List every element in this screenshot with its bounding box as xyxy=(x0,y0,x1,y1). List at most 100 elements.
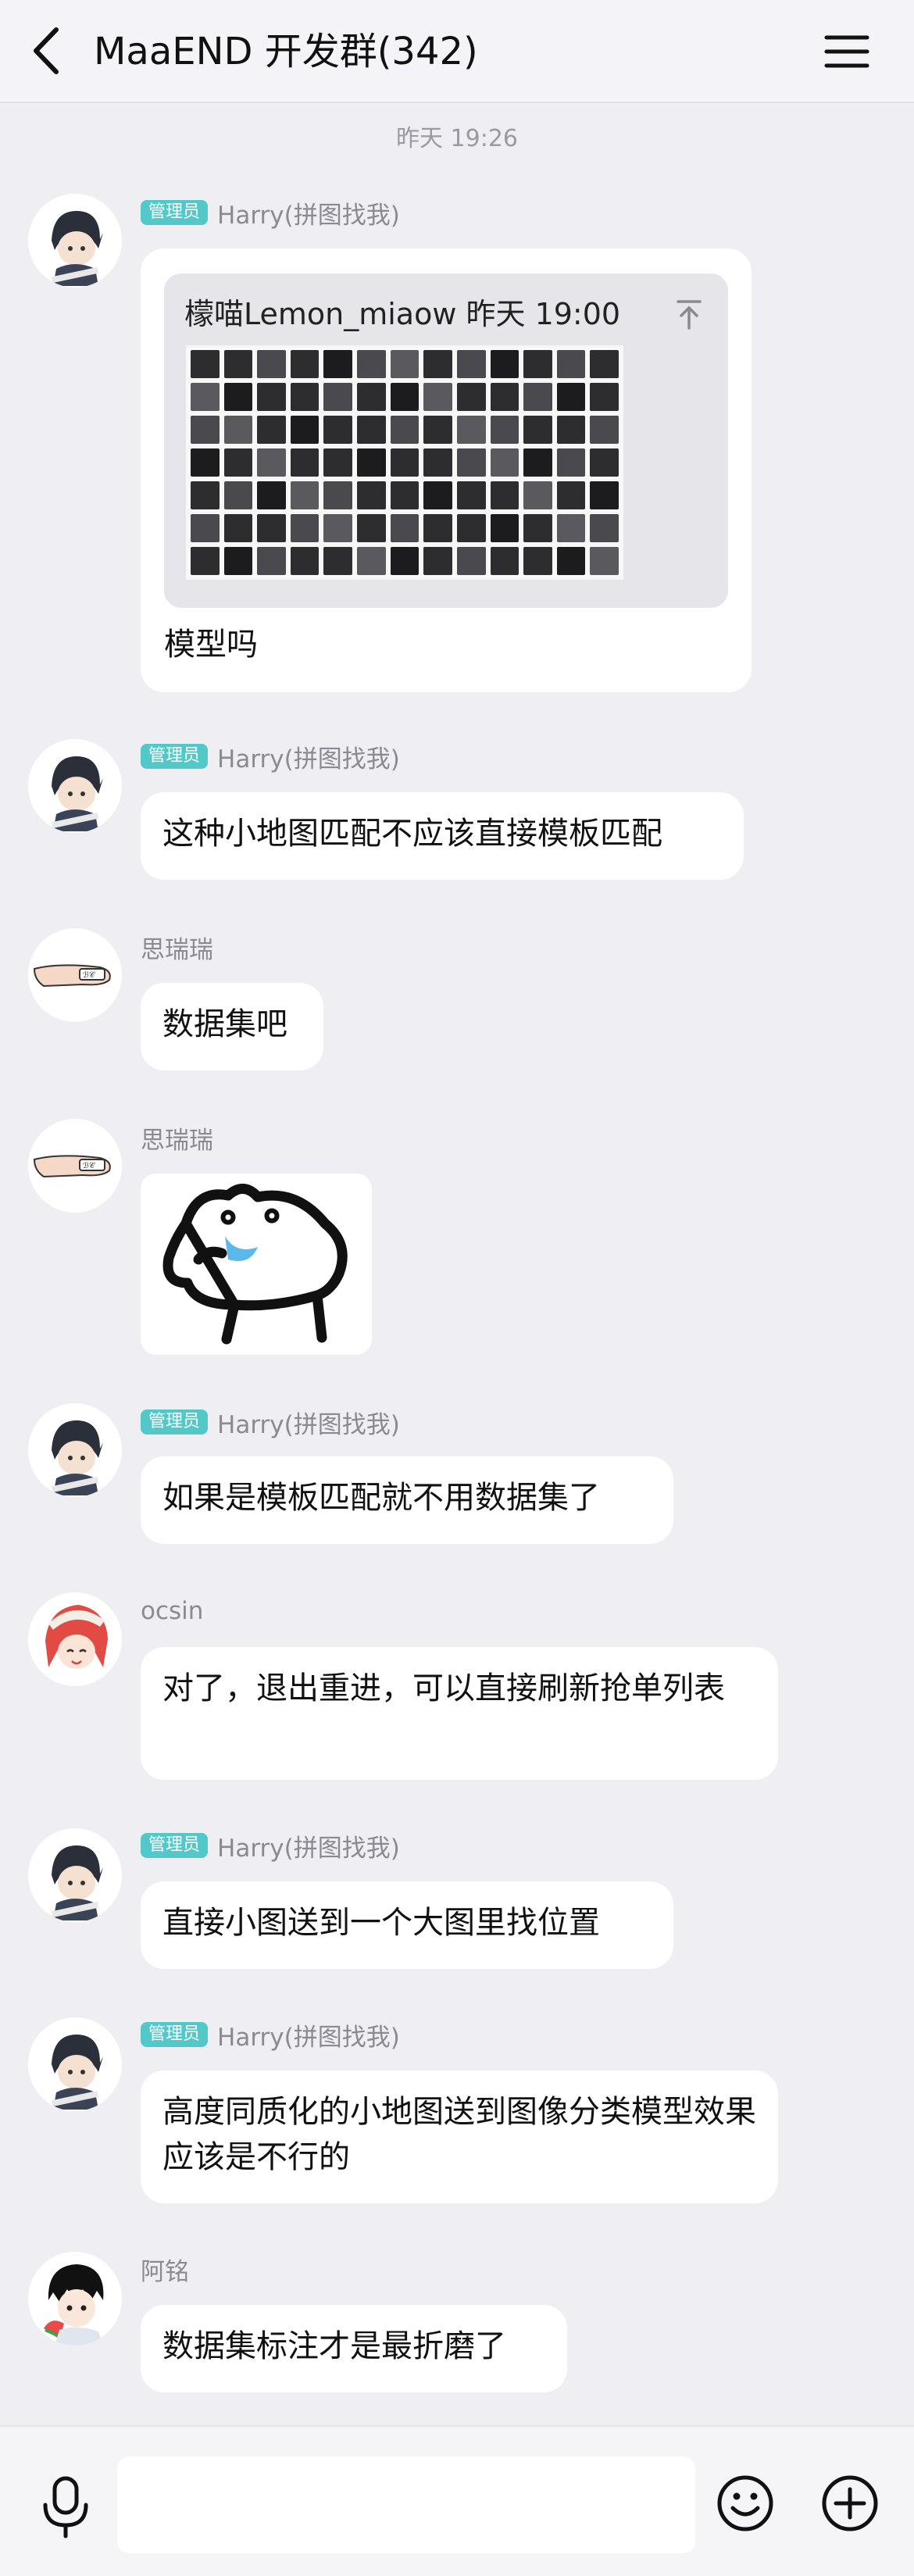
message-bubble[interactable]: 直接小图送到一个大图里找位置 xyxy=(141,1881,673,1969)
admin-badge: 管理员 xyxy=(141,200,209,225)
thumbnail-tile xyxy=(390,547,420,575)
admin-badge: 管理员 xyxy=(141,1409,209,1434)
thumbnail-tile xyxy=(590,350,619,378)
jump-to-original-icon[interactable] xyxy=(673,297,705,331)
back-icon[interactable] xyxy=(23,23,70,78)
thumbnail-tile xyxy=(456,350,486,378)
screenshot-thumbnail-grid[interactable] xyxy=(186,345,623,580)
thumbnail-tile xyxy=(290,547,320,575)
thumbnail-tile xyxy=(323,448,353,477)
sender-name[interactable]: Harry(拼图找我) xyxy=(217,195,400,230)
svg-text:ℬ𝒞: ℬ𝒞 xyxy=(83,1162,96,1170)
thumbnail-tile xyxy=(257,448,286,477)
sender-name[interactable]: ocsin xyxy=(141,1597,203,1625)
sender-name[interactable]: Harry(拼图找我) xyxy=(217,1405,400,1440)
hand-avatar[interactable]: ℬ𝒞 xyxy=(28,928,122,1022)
message-input[interactable] xyxy=(117,2456,695,2553)
thumbnail-tile xyxy=(357,350,386,378)
thumbnail-tile xyxy=(290,416,320,444)
thumbnail-tile xyxy=(290,383,320,411)
plus-icon[interactable] xyxy=(820,2474,880,2533)
thumbnail-tile xyxy=(223,547,253,575)
thumbnail-tile xyxy=(357,481,386,509)
thumbnail-tile xyxy=(556,383,586,411)
thumbnail-tile xyxy=(456,547,486,575)
thumbnail-tile xyxy=(556,350,586,378)
group-title: MaaEND 开发群(342) xyxy=(94,30,478,73)
message-bubble[interactable]: 如果是模板匹配就不用数据集了 xyxy=(141,1456,673,1544)
sender-name[interactable]: Harry(拼图找我) xyxy=(217,739,400,774)
thumbnail-tile xyxy=(590,383,619,411)
message-bubble[interactable]: 数据集吧 xyxy=(141,983,323,1070)
thumbnail-tile xyxy=(556,547,586,575)
thumbnail-tile xyxy=(523,481,552,509)
aming-avatar[interactable] xyxy=(28,2252,122,2346)
quoted-message[interactable]: 檬喵Lemon_miaow 昨天 19:00 xyxy=(164,273,728,608)
sender-name[interactable]: 思瑞瑞 xyxy=(141,930,213,965)
harry-avatar[interactable] xyxy=(28,1403,122,1497)
thumbnail-tile xyxy=(257,350,286,378)
sender-name[interactable]: 思瑞瑞 xyxy=(141,1120,213,1156)
thumbnail-tile xyxy=(223,448,253,477)
message-bubble[interactable]: 高度同质化的小地图送到图像分类模型效果应该是不行的 xyxy=(141,2070,778,2203)
message-meta: 阿铭 xyxy=(141,2252,189,2287)
thumbnail-tile xyxy=(423,383,452,411)
harry-avatar[interactable] xyxy=(28,194,122,288)
message-meta: 管理员 Harry(拼图找我) xyxy=(141,1828,400,1863)
message-meta: 管理员 Harry(拼图找我) xyxy=(141,195,400,230)
message-meta: ocsin xyxy=(141,1595,203,1627)
thumbnail-tile xyxy=(323,547,353,575)
thumbnail-tile xyxy=(556,448,586,477)
sender-name[interactable]: 阿铭 xyxy=(141,2252,189,2287)
thumbnail-tile xyxy=(523,350,552,378)
thumbnail-tile xyxy=(556,416,586,444)
thumbnail-tile xyxy=(523,416,552,444)
thumbnail-tile xyxy=(357,416,386,444)
thumbnail-tile xyxy=(423,350,452,378)
message-bubble[interactable]: 这种小地图匹配不应该直接模板匹配 xyxy=(141,792,744,880)
thumbnail-tile xyxy=(191,547,220,575)
thumbnail-tile xyxy=(590,547,619,575)
thumbnail-tile xyxy=(523,383,552,411)
hand-avatar[interactable]: ℬ𝒞 xyxy=(28,1119,122,1213)
thumbnail-tile xyxy=(490,481,519,509)
thumbnail-tile xyxy=(290,481,320,509)
message-text: 模型吗 xyxy=(164,627,258,663)
thumbnail-tile xyxy=(357,383,386,411)
ocsin-avatar[interactable] xyxy=(28,1592,122,1686)
thumbnail-tile xyxy=(223,416,253,444)
thumbnail-tile xyxy=(191,350,220,378)
thumbnail-tile xyxy=(390,514,420,542)
thumbnail-tile xyxy=(490,514,519,542)
thumbnail-tile xyxy=(590,514,619,542)
sender-name[interactable]: Harry(拼图找我) xyxy=(217,2017,400,2053)
thumbnail-tile xyxy=(323,350,353,378)
thumbnail-tile xyxy=(523,547,552,575)
harry-avatar[interactable] xyxy=(28,1828,122,1922)
thumbnail-tile xyxy=(357,514,386,542)
thumbnail-tile xyxy=(556,514,586,542)
thumbnail-tile xyxy=(290,514,320,542)
thumbnail-tile xyxy=(423,514,452,542)
emoji-icon[interactable] xyxy=(716,2474,775,2533)
thumbnail-tile xyxy=(390,416,420,444)
thumbnail-tile xyxy=(191,383,220,411)
thumbnail-tile xyxy=(523,514,552,542)
thumbnail-tile xyxy=(423,547,452,575)
thumbnail-tile xyxy=(323,481,353,509)
harry-avatar[interactable] xyxy=(28,2017,122,2111)
message-meta: 管理员 Harry(拼图找我) xyxy=(141,739,400,774)
thumbnail-tile xyxy=(323,383,353,411)
thumbnail-tile xyxy=(223,350,253,378)
thumbnail-tile xyxy=(423,416,452,444)
harry-avatar[interactable] xyxy=(28,739,122,833)
message-bubble[interactable]: 数据集标注才是最折磨了 xyxy=(141,2305,567,2392)
thumbnail-tile xyxy=(390,350,420,378)
menu-icon[interactable] xyxy=(822,28,872,75)
bear-sticker[interactable] xyxy=(141,1174,372,1355)
message-bubble[interactable]: 对了，退出重进，可以直接刷新抢单列表 xyxy=(141,1647,778,1780)
sender-name[interactable]: Harry(拼图找我) xyxy=(217,1828,400,1863)
admin-badge: 管理员 xyxy=(141,744,209,769)
thumbnail-tile xyxy=(490,448,519,477)
microphone-icon[interactable] xyxy=(39,2474,92,2539)
